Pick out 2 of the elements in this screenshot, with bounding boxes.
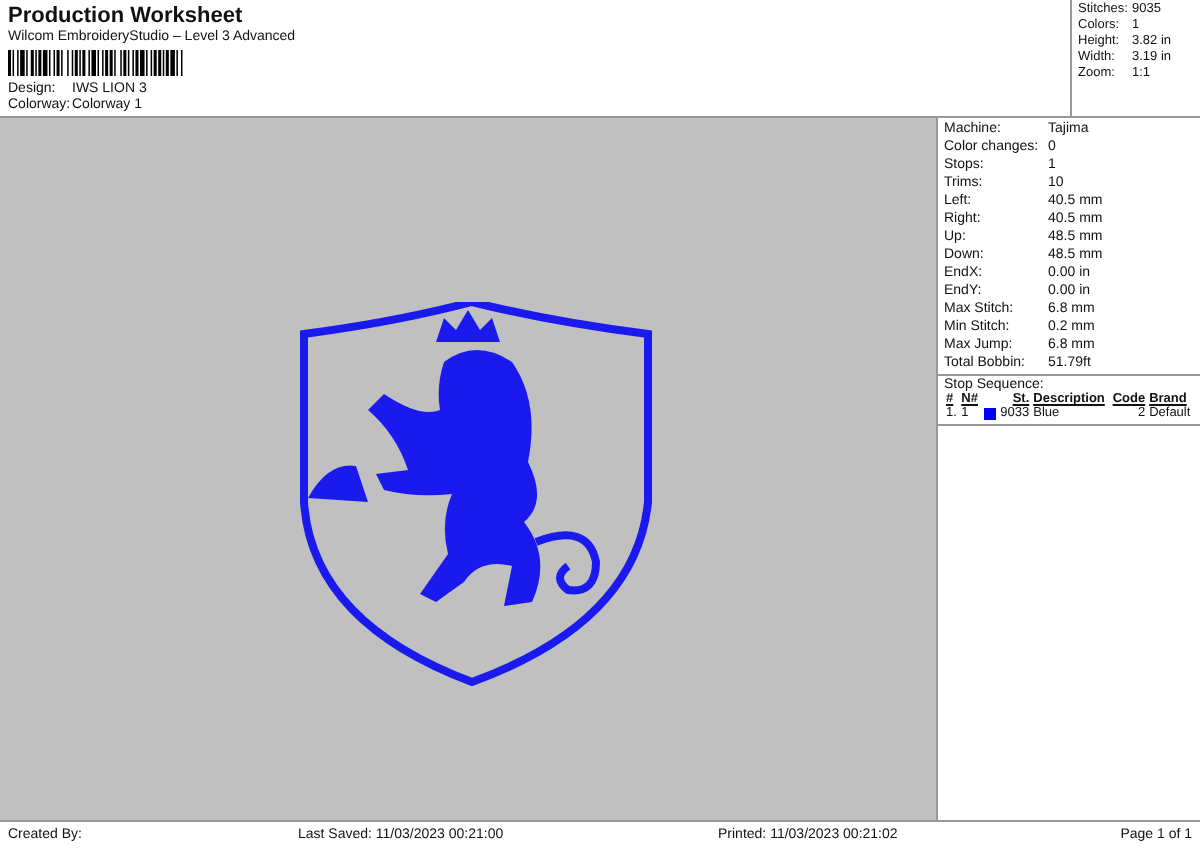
barcode-icon bbox=[8, 50, 184, 76]
worksheet-title: Production Worksheet bbox=[8, 4, 245, 28]
